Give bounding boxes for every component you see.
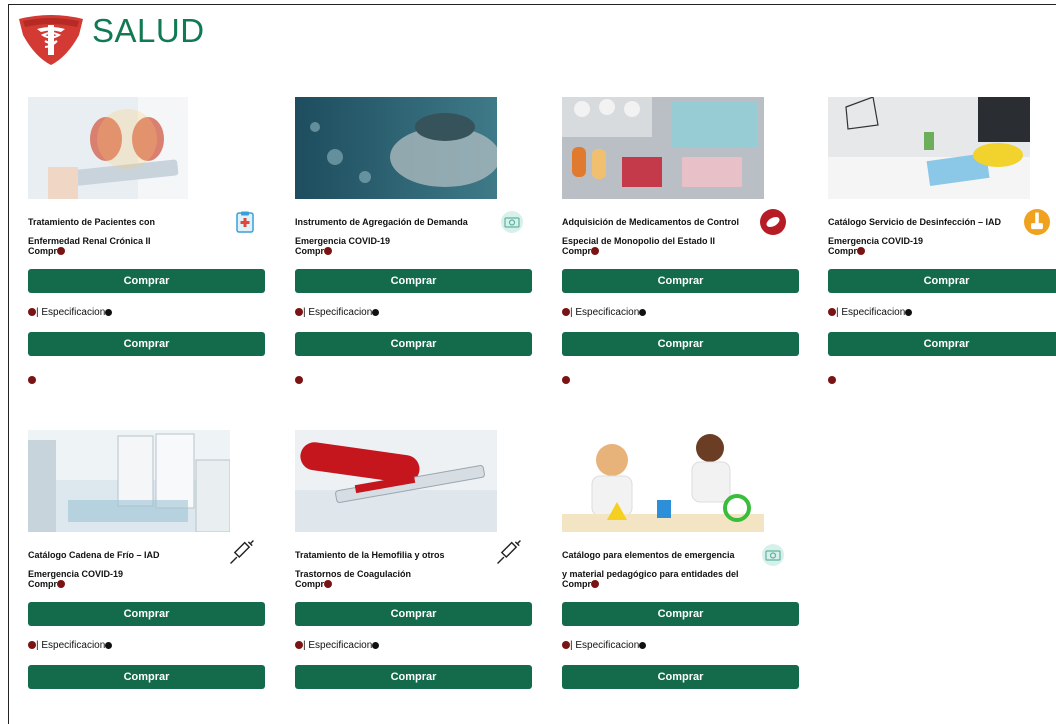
- compra-label: Compr: [28, 246, 65, 256]
- especificacion-link[interactable]: | Especificacion: [295, 640, 380, 651]
- especificacion-link[interactable]: | Especificacion: [295, 307, 380, 318]
- play-bullet-icon[interactable]: [28, 370, 36, 388]
- card-title-line1: Instrumento de Agregación de Demanda: [295, 217, 468, 227]
- camera-icon: [762, 544, 784, 566]
- bullet-icon: [639, 642, 647, 649]
- play-bullet-icon[interactable]: [828, 370, 836, 388]
- comprar-button[interactable]: Comprar: [295, 269, 532, 293]
- bullet-icon: [591, 580, 599, 588]
- syringe-icon: [230, 540, 254, 564]
- play-bullet-icon: [828, 308, 836, 316]
- bullet-icon: [639, 309, 647, 316]
- especificacion-link[interactable]: | Especificacion: [562, 640, 647, 651]
- bullet-icon: [591, 247, 599, 255]
- card-title-line1: Catálogo para elementos de emergencia: [562, 550, 735, 560]
- comprar-button-secondary[interactable]: Comprar: [295, 332, 532, 356]
- card-title-line2: y material pedagógico para entidades del: [562, 569, 739, 579]
- compra-label: Compr: [562, 579, 599, 589]
- comprar-button[interactable]: Comprar: [28, 602, 265, 626]
- comprar-button[interactable]: Comprar: [28, 269, 265, 293]
- card-title-line2: Emergencia COVID-19: [828, 236, 924, 246]
- play-bullet-icon: [28, 641, 36, 649]
- bullet-icon: [57, 247, 65, 255]
- bullet-icon: [372, 309, 380, 316]
- bullet-icon: [905, 309, 913, 316]
- bullet-icon: [57, 580, 65, 588]
- bullet-icon: [372, 642, 380, 649]
- play-bullet-icon: [562, 641, 570, 649]
- play-bullet-icon[interactable]: [295, 370, 303, 388]
- comprar-button-secondary[interactable]: Comprar: [562, 332, 799, 356]
- especificacion-link[interactable]: | Especificacion: [28, 640, 113, 651]
- bullet-icon: [324, 580, 332, 588]
- card-title-line2: Enfermedad Renal Crónica II: [28, 236, 151, 246]
- comprar-button[interactable]: Comprar: [562, 269, 799, 293]
- card-title-line2: Especial de Monopolio del Estado II: [562, 236, 716, 246]
- syringe-icon: [497, 540, 521, 564]
- pill-icon: [760, 209, 786, 235]
- card-title-line1: Adquisición de Medicamentos de Control: [562, 217, 740, 227]
- card-title-line2: Emergencia COVID-19: [28, 569, 124, 579]
- play-bullet-icon: [295, 641, 303, 649]
- card-image[interactable]: [562, 430, 764, 532]
- card-title-line2: Trastornos de Coagulación: [295, 569, 412, 579]
- cleaning-icon: [1024, 209, 1050, 235]
- comprar-button-secondary[interactable]: Comprar: [562, 665, 799, 689]
- comprar-button-secondary[interactable]: Comprar: [28, 332, 265, 356]
- comprar-button[interactable]: Comprar: [562, 602, 799, 626]
- bullet-icon: [105, 309, 113, 316]
- play-bullet-icon: [562, 308, 570, 316]
- clipboard-medical-icon: [236, 211, 254, 233]
- bullet-icon: [105, 642, 113, 649]
- compra-label: Compr: [828, 246, 865, 256]
- play-bullet-icon[interactable]: [562, 370, 570, 388]
- card-title-line1: Catálogo Servicio de Desinfección – IAD: [828, 217, 1002, 227]
- especificacion-link[interactable]: | Especificacion: [828, 307, 913, 318]
- card-title-line2: Emergencia COVID-19: [295, 236, 391, 246]
- card-image[interactable]: [28, 430, 230, 532]
- comprar-button-secondary[interactable]: Comprar: [828, 332, 1056, 356]
- especificacion-link[interactable]: | Especificacion: [28, 307, 113, 318]
- salud-logo-icon: [19, 15, 83, 65]
- comprar-button[interactable]: Comprar: [828, 269, 1056, 293]
- card-image[interactable]: [28, 97, 230, 199]
- bullet-icon: [324, 247, 332, 255]
- brand-title: SALUD: [92, 12, 205, 49]
- card-image[interactable]: [295, 430, 497, 532]
- camera-icon: [501, 211, 523, 233]
- comprar-button-secondary[interactable]: Comprar: [28, 665, 265, 689]
- compra-label: Compr: [295, 579, 332, 589]
- comprar-button[interactable]: Comprar: [295, 602, 532, 626]
- card-title-line1: Tratamiento de Pacientes con: [28, 217, 156, 227]
- play-bullet-icon: [28, 308, 36, 316]
- especificacion-link[interactable]: | Especificacion: [562, 307, 647, 318]
- card-image[interactable]: [295, 97, 497, 199]
- comprar-button-secondary[interactable]: Comprar: [295, 665, 532, 689]
- compra-label: Compr: [562, 246, 599, 256]
- play-bullet-icon: [295, 308, 303, 316]
- compra-label: Compr: [295, 246, 332, 256]
- card-title-line1: Catálogo Cadena de Frío – IAD: [28, 550, 160, 560]
- card-title-line1: Tratamiento de la Hemofilia y otros: [295, 550, 445, 560]
- bullet-icon: [857, 247, 865, 255]
- card-image[interactable]: [562, 97, 764, 199]
- card-image[interactable]: [828, 97, 1030, 199]
- compra-label: Compr: [28, 579, 65, 589]
